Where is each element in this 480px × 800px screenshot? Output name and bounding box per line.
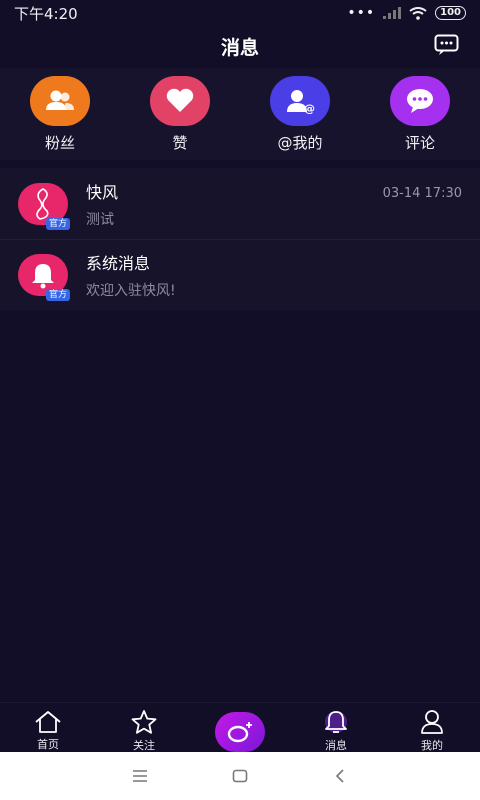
tab-bar: 首页 关注 消息 我的	[0, 702, 480, 752]
quick-label-mentions: @我的	[277, 134, 323, 152]
status-time: 下午4:20	[14, 4, 78, 23]
quick-label-likes: 赞	[172, 134, 188, 152]
quick-item-mentions[interactable]: @ @我的	[240, 68, 360, 160]
avatar: 官方	[18, 254, 70, 301]
official-badge: 官方	[45, 289, 70, 301]
quick-label-comments: 评论	[404, 134, 435, 152]
wifi-icon	[409, 6, 427, 20]
official-badge: 官方	[45, 217, 70, 230]
quick-item-likes[interactable]: 赞	[120, 68, 240, 160]
tab-add-post[interactable]	[192, 703, 288, 752]
avatar: 官方	[18, 182, 70, 230]
message-body: 系统消息 欢迎入驻快风!	[86, 250, 480, 300]
home-square-icon[interactable]	[230, 766, 250, 786]
message-sender: 系统消息	[86, 254, 151, 273]
menu-icon[interactable]	[130, 766, 150, 786]
profile-icon	[418, 709, 446, 735]
status-icons: ••• 100	[347, 5, 466, 21]
comment-icon	[390, 76, 450, 126]
tab-home[interactable]: 首页	[0, 703, 96, 752]
back-icon[interactable]	[330, 766, 350, 786]
bell-icon	[32, 264, 54, 289]
quick-item-comments[interactable]: 评论	[360, 68, 480, 160]
figure-icon	[36, 187, 49, 220]
bell-icon	[322, 709, 350, 735]
more-dots-icon: •••	[347, 5, 376, 21]
message-time: 03-14 17:30	[382, 186, 462, 201]
signal-icon	[383, 7, 402, 19]
page-header: 消息	[0, 26, 480, 66]
message-preview: 欢迎入驻快风!	[86, 283, 176, 299]
battery-icon: 100	[435, 6, 466, 20]
message-preview: 测试	[86, 211, 114, 228]
heart-icon	[150, 76, 210, 126]
status-bar: 下午4:20 ••• 100	[0, 0, 480, 26]
mention-icon: @	[270, 76, 330, 126]
tab-profile[interactable]: 我的	[384, 703, 480, 752]
add-post-icon	[215, 712, 265, 752]
chat-more-icon[interactable]	[434, 34, 460, 56]
page-title: 消息	[220, 36, 259, 59]
svg-text:@: @	[304, 102, 315, 114]
tab-label-messages: 消息	[325, 739, 347, 752]
tab-messages[interactable]: 消息	[288, 703, 384, 752]
list-item[interactable]: 官方 系统消息 欢迎入驻快风!	[0, 239, 480, 310]
star-icon	[130, 709, 158, 735]
quick-item-fans[interactable]: 粉丝	[0, 68, 120, 160]
tab-label-home: 首页	[37, 738, 59, 751]
message-list: 官方 快风 测试 03-14 17:30 官方 系统消息 欢迎入驻快风!	[0, 168, 480, 310]
tab-label-profile: 我的	[421, 739, 443, 752]
fans-icon	[30, 76, 90, 126]
home-icon	[34, 709, 62, 734]
list-item[interactable]: 官方 快风 测试 03-14 17:30	[0, 168, 480, 239]
system-nav-bar	[0, 752, 480, 800]
tab-label-follow: 关注	[133, 739, 155, 752]
quick-label-fans: 粉丝	[44, 134, 75, 152]
quick-actions: 粉丝 赞 @ @我的 评论	[0, 68, 480, 160]
tab-follow[interactable]: 关注	[96, 703, 192, 752]
